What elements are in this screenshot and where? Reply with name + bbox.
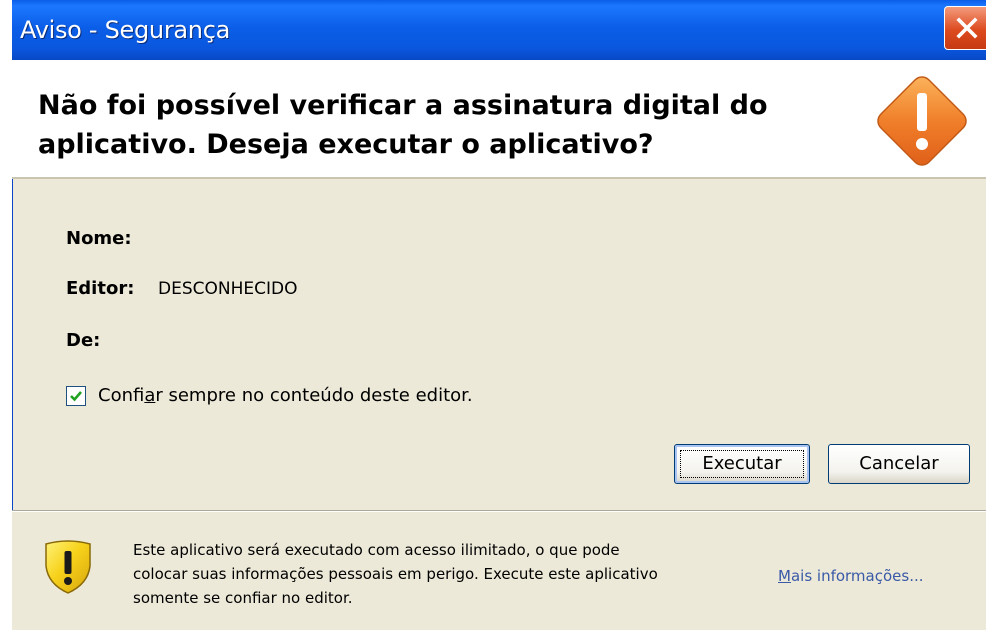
footer-line-1: Este aplicativo será executado com acess… — [133, 541, 620, 559]
close-button[interactable] — [944, 6, 986, 50]
footer-warning-text: Este aplicativo será executado com acess… — [133, 538, 753, 610]
close-icon — [956, 17, 978, 39]
header-line-2: aplicativo. Deseja executar o aplicativo… — [38, 129, 654, 160]
footer-line-3: somente se confiar no editor. — [133, 589, 353, 607]
shield-warning-icon — [45, 540, 91, 594]
editor-value: DESCONHECIDO — [158, 279, 298, 299]
warning-diamond-icon — [877, 76, 967, 166]
footer-divider — [12, 511, 986, 512]
header-question: Não foi possível verificar a assinatura … — [38, 86, 818, 164]
window-title: Aviso - Segurança — [20, 16, 231, 44]
name-label: Nome: — [66, 228, 132, 249]
dialog-header: Não foi possível verificar a assinatura … — [12, 60, 986, 179]
run-button[interactable]: Executar — [674, 444, 810, 484]
footer-line-2: colocar suas informações pessoais em per… — [133, 565, 658, 583]
trust-publisher-checkbox[interactable] — [66, 386, 86, 406]
title-bar[interactable]: Aviso - Segurança — [12, 0, 986, 60]
from-label: De: — [66, 330, 101, 351]
more-info-link[interactable]: Mais informações... — [778, 567, 924, 585]
editor-label: Editor: — [66, 278, 135, 299]
security-warning-dialog: Aviso - Segurança Não foi possível verif… — [12, 0, 986, 630]
cancel-button-label: Cancelar — [859, 453, 939, 474]
cancel-button[interactable]: Cancelar — [828, 444, 970, 484]
trust-publisher-label[interactable]: Confiar sempre no conteúdo deste editor. — [98, 385, 473, 406]
check-icon — [70, 391, 82, 402]
run-button-label: Executar — [702, 453, 782, 474]
header-line-1: Não foi possível verificar a assinatura … — [38, 90, 768, 121]
